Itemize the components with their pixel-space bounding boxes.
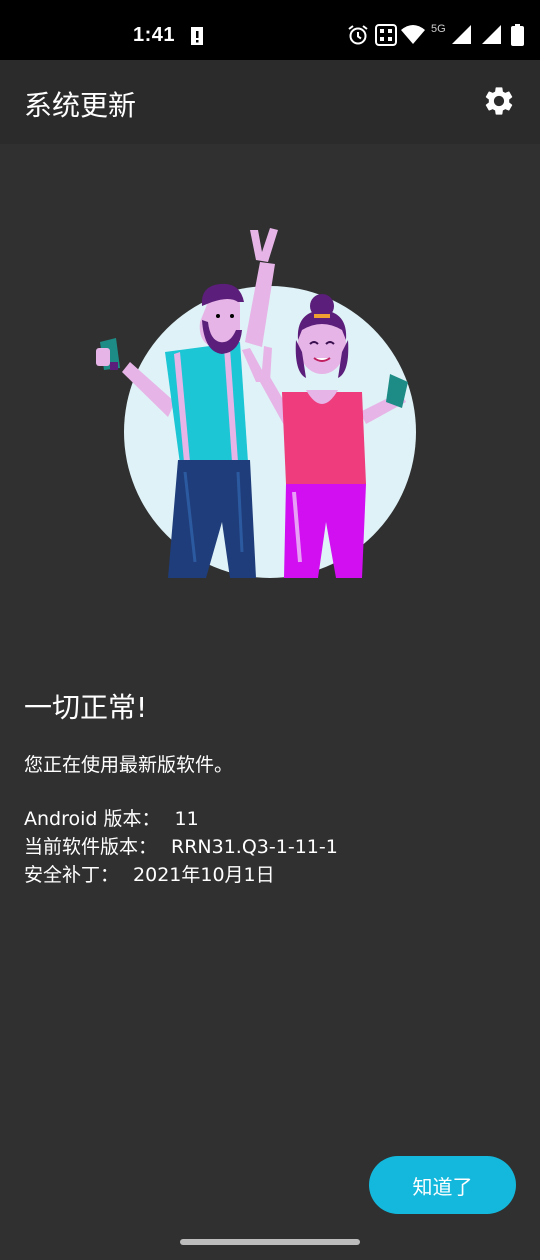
info-value: 2021年10月1日	[133, 864, 275, 886]
page-title: 系统更新	[24, 89, 137, 122]
gear-icon	[485, 87, 513, 115]
nfc-icon	[375, 24, 397, 46]
info-label: Android 版本：	[24, 808, 161, 830]
ok-button[interactable]: 知道了	[369, 1156, 516, 1214]
network-type-label: 5G	[431, 23, 446, 35]
signal-icon	[452, 25, 471, 44]
info-value: 11	[174, 808, 199, 830]
settings-button[interactable]	[482, 84, 520, 122]
home-indicator[interactable]	[180, 1239, 360, 1245]
alert-icon	[191, 27, 203, 45]
battery-icon	[511, 24, 524, 46]
signal-icon	[482, 25, 501, 44]
status-time: 1:41	[133, 24, 176, 46]
celebration-illustration	[96, 228, 416, 578]
alarm-icon	[348, 25, 368, 45]
info-label: 安全补丁：	[24, 864, 120, 886]
info-value: RRN31.Q3-1-11-1	[171, 836, 338, 858]
info-android-version: Android 版本： 11	[24, 804, 199, 831]
status-description: 您正在使用最新版软件。	[24, 754, 234, 776]
status-headline: 一切正常!	[24, 691, 148, 724]
info-software-version: 当前软件版本： RRN31.Q3-1-11-1	[24, 832, 338, 859]
info-label: 当前软件版本：	[24, 836, 158, 858]
wifi-icon	[401, 25, 425, 44]
app-bar: 系统更新	[0, 60, 540, 144]
info-security-patch: 安全补丁： 2021年10月1日	[24, 860, 275, 887]
